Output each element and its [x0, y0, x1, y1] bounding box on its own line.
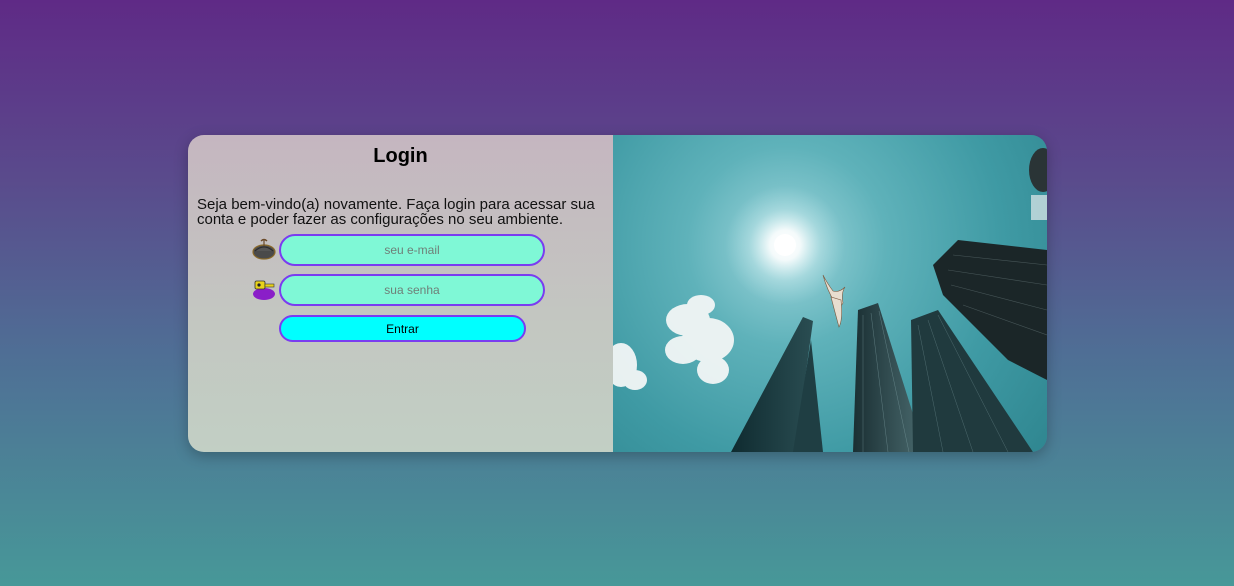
login-card: Login Seja bem-vindo(a) novamente. Faça … — [188, 135, 1047, 452]
login-button[interactable]: Entrar — [279, 315, 526, 342]
skyscrapers-sky-photo — [613, 148, 1047, 452]
email-row — [188, 234, 613, 266]
password-field[interactable] — [279, 274, 545, 306]
email-field[interactable] — [279, 234, 545, 266]
password-row — [188, 274, 613, 306]
mail-icon — [252, 237, 278, 261]
side-image — [613, 135, 1047, 452]
lock-icon — [252, 277, 278, 301]
login-panel: Login Seja bem-vindo(a) novamente. Faça … — [188, 135, 613, 452]
welcome-text: Seja bem-vindo(a) novamente. Faça login … — [197, 196, 595, 228]
login-title: Login — [373, 145, 428, 167]
